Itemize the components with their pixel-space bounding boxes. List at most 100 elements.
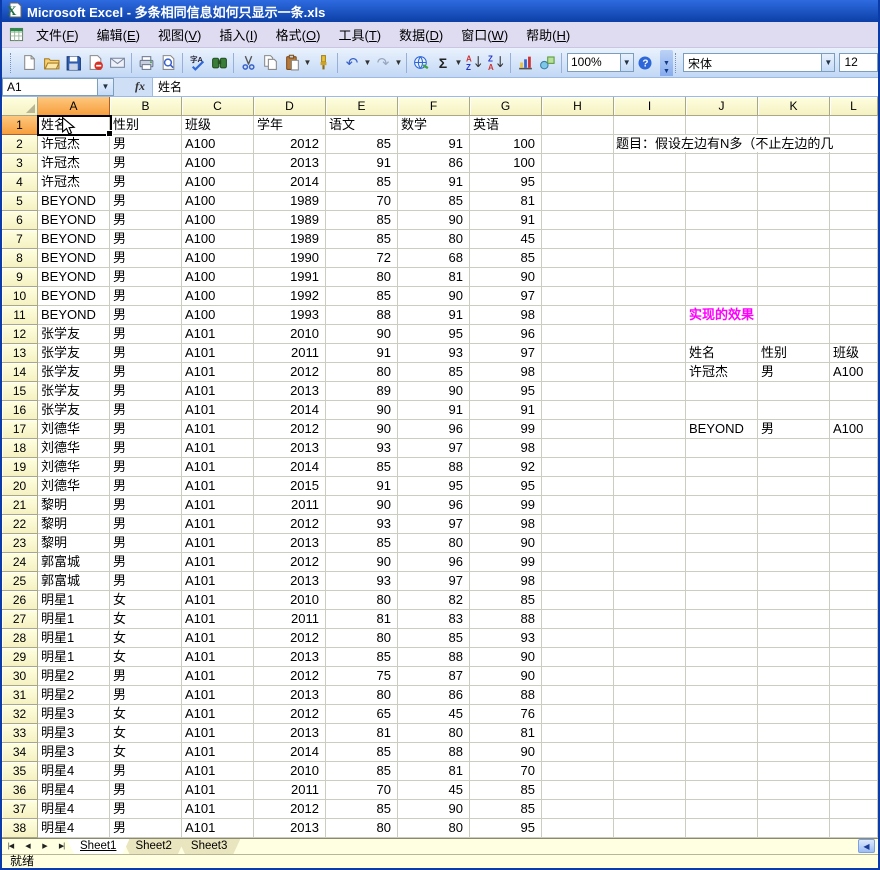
row-header-20[interactable]: 20 xyxy=(2,477,38,496)
cell-B8[interactable]: 男 xyxy=(110,249,182,268)
cell-C15[interactable]: A101 xyxy=(182,382,254,401)
cell-I18[interactable] xyxy=(614,439,686,458)
cell-H31[interactable] xyxy=(542,686,614,705)
cell-L27[interactable] xyxy=(830,610,878,629)
cell-E35[interactable]: 85 xyxy=(326,762,398,781)
cell-K35[interactable] xyxy=(758,762,830,781)
paste-icon[interactable] xyxy=(281,52,303,74)
col-header-D[interactable]: D xyxy=(254,97,326,116)
cell-A24[interactable]: 郭富城 xyxy=(38,553,110,572)
cell-G30[interactable]: 90 xyxy=(470,667,542,686)
cell-H29[interactable] xyxy=(542,648,614,667)
cell-C22[interactable]: A101 xyxy=(182,515,254,534)
cell-B23[interactable]: 男 xyxy=(110,534,182,553)
cell-E10[interactable]: 85 xyxy=(326,287,398,306)
row-header-36[interactable]: 36 xyxy=(2,781,38,800)
cell-E9[interactable]: 80 xyxy=(326,268,398,287)
row-header-34[interactable]: 34 xyxy=(2,743,38,762)
cell-J16[interactable] xyxy=(686,401,758,420)
cell-D30[interactable]: 2012 xyxy=(254,667,326,686)
formatting-toolbar-grip[interactable] xyxy=(674,52,679,73)
cell-D10[interactable]: 1992 xyxy=(254,287,326,306)
cell-H7[interactable] xyxy=(542,230,614,249)
cell-G33[interactable]: 81 xyxy=(470,724,542,743)
paste-dropdown-icon[interactable]: ▼ xyxy=(303,58,312,67)
cell-H25[interactable] xyxy=(542,572,614,591)
cell-F25[interactable]: 97 xyxy=(398,572,470,591)
cell-J6[interactable] xyxy=(686,211,758,230)
cell-D12[interactable]: 2010 xyxy=(254,325,326,344)
formula-input[interactable]: 姓名 xyxy=(152,78,878,96)
row-header-3[interactable]: 3 xyxy=(2,154,38,173)
row-header-15[interactable]: 15 xyxy=(2,382,38,401)
cell-A21[interactable]: 黎明 xyxy=(38,496,110,515)
cell-I8[interactable] xyxy=(614,249,686,268)
cell-G13[interactable]: 97 xyxy=(470,344,542,363)
cell-J26[interactable] xyxy=(686,591,758,610)
cell-E14[interactable]: 80 xyxy=(326,363,398,382)
cell-J22[interactable] xyxy=(686,515,758,534)
cell-F16[interactable]: 91 xyxy=(398,401,470,420)
cell-C32[interactable]: A101 xyxy=(182,705,254,724)
row-header-11[interactable]: 11 xyxy=(2,306,38,325)
cell-J11[interactable]: 实现的效果 xyxy=(686,306,758,325)
cell-A12[interactable]: 张学友 xyxy=(38,325,110,344)
cell-F35[interactable]: 81 xyxy=(398,762,470,781)
row-header-14[interactable]: 14 xyxy=(2,363,38,382)
cell-E12[interactable]: 90 xyxy=(326,325,398,344)
cell-K4[interactable] xyxy=(758,173,830,192)
cell-I34[interactable] xyxy=(614,743,686,762)
cell-E25[interactable]: 93 xyxy=(326,572,398,591)
cell-L29[interactable] xyxy=(830,648,878,667)
cell-G25[interactable]: 98 xyxy=(470,572,542,591)
cell-I36[interactable] xyxy=(614,781,686,800)
cell-K6[interactable] xyxy=(758,211,830,230)
row-header-24[interactable]: 24 xyxy=(2,553,38,572)
cell-J23[interactable] xyxy=(686,534,758,553)
cell-G12[interactable]: 96 xyxy=(470,325,542,344)
cell-I21[interactable] xyxy=(614,496,686,515)
cell-K15[interactable] xyxy=(758,382,830,401)
cell-F14[interactable]: 85 xyxy=(398,363,470,382)
cell-H22[interactable] xyxy=(542,515,614,534)
cell-J5[interactable] xyxy=(686,192,758,211)
cell-I17[interactable] xyxy=(614,420,686,439)
cell-E36[interactable]: 70 xyxy=(326,781,398,800)
cell-D22[interactable]: 2012 xyxy=(254,515,326,534)
cell-C19[interactable]: A101 xyxy=(182,458,254,477)
cell-D35[interactable]: 2010 xyxy=(254,762,326,781)
cell-K34[interactable] xyxy=(758,743,830,762)
cell-H12[interactable] xyxy=(542,325,614,344)
cell-H21[interactable] xyxy=(542,496,614,515)
cell-D5[interactable]: 1989 xyxy=(254,192,326,211)
spelling-icon[interactable]: 字A xyxy=(186,52,208,74)
cell-H28[interactable] xyxy=(542,629,614,648)
col-header-C[interactable]: C xyxy=(182,97,254,116)
menu-格式(O)[interactable]: 格式(O) xyxy=(267,25,330,46)
cell-A36[interactable]: 明星4 xyxy=(38,781,110,800)
cell-F3[interactable]: 86 xyxy=(398,154,470,173)
cell-C35[interactable]: A101 xyxy=(182,762,254,781)
cell-J8[interactable] xyxy=(686,249,758,268)
first-sheet-icon[interactable]: |◀ xyxy=(2,839,19,854)
permission-icon[interactable] xyxy=(84,52,106,74)
cell-H11[interactable] xyxy=(542,306,614,325)
cell-J20[interactable] xyxy=(686,477,758,496)
cell-J37[interactable] xyxy=(686,800,758,819)
cell-C10[interactable]: A100 xyxy=(182,287,254,306)
cell-G37[interactable]: 85 xyxy=(470,800,542,819)
cell-L15[interactable] xyxy=(830,382,878,401)
cell-I12[interactable] xyxy=(614,325,686,344)
cell-L9[interactable] xyxy=(830,268,878,287)
cell-H8[interactable] xyxy=(542,249,614,268)
cell-I9[interactable] xyxy=(614,268,686,287)
cell-J24[interactable] xyxy=(686,553,758,572)
cell-H18[interactable] xyxy=(542,439,614,458)
cell-D25[interactable]: 2013 xyxy=(254,572,326,591)
cell-K22[interactable] xyxy=(758,515,830,534)
cell-B6[interactable]: 男 xyxy=(110,211,182,230)
cell-C9[interactable]: A100 xyxy=(182,268,254,287)
cell-J38[interactable] xyxy=(686,819,758,838)
cell-F27[interactable]: 83 xyxy=(398,610,470,629)
cell-F4[interactable]: 91 xyxy=(398,173,470,192)
